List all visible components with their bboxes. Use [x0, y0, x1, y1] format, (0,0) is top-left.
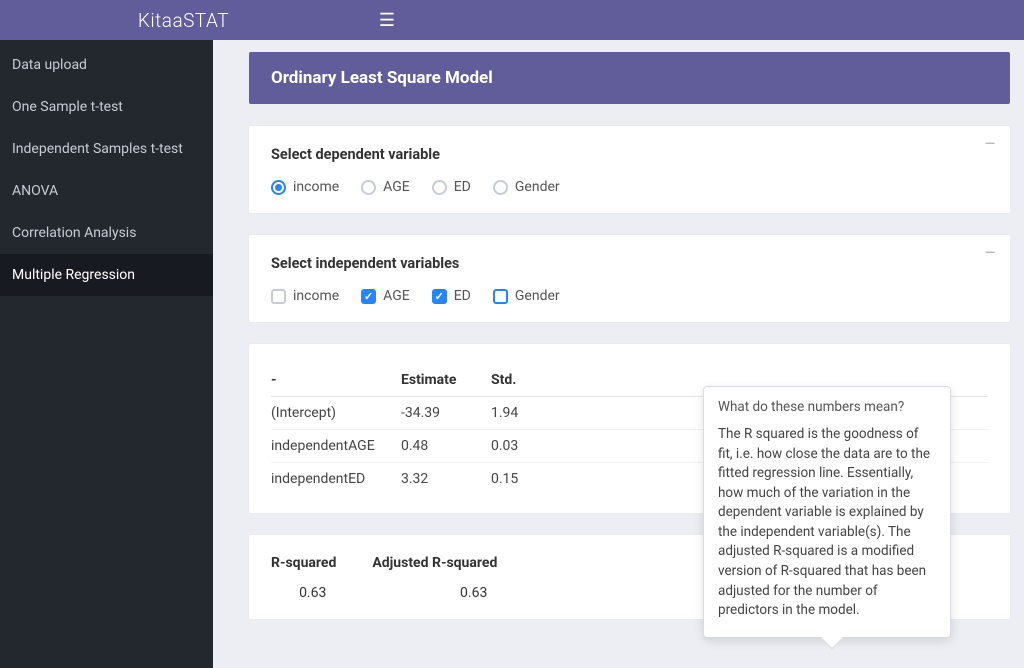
- radio-icon: [432, 180, 447, 195]
- card-heading: Select independent variables: [271, 255, 988, 272]
- checkbox-option-gender[interactable]: Gender: [493, 288, 560, 304]
- main-content: Ordinary Least Square Model – Select dep…: [213, 40, 1024, 668]
- sidebar-item-label: ANOVA: [12, 183, 58, 199]
- option-label: income: [293, 179, 339, 195]
- sidebar-item-data-upload[interactable]: Data upload: [0, 44, 213, 86]
- dependent-options-row: income AGE ED Gender: [271, 179, 988, 195]
- option-label: AGE: [383, 179, 410, 195]
- topbar: KitaaSTAT ☰: [0, 0, 1024, 40]
- option-label: ED: [454, 179, 471, 195]
- radio-option-gender[interactable]: Gender: [493, 179, 560, 195]
- independent-variables-card: – Select independent variables income AG…: [249, 235, 1010, 322]
- checkbox-option-age[interactable]: AGE: [361, 288, 410, 304]
- collapse-icon[interactable]: –: [984, 245, 996, 263]
- cell-estimate: 0.48: [401, 430, 491, 463]
- rsquared-label: R-squared: [271, 555, 336, 571]
- radio-option-ed[interactable]: ED: [432, 179, 471, 195]
- collapse-icon[interactable]: –: [984, 136, 996, 154]
- radio-icon: [361, 180, 376, 195]
- cell-term: independentAGE: [271, 430, 401, 463]
- cell-term: independentED: [271, 463, 401, 496]
- checkbox-icon: [493, 289, 508, 304]
- radio-option-income[interactable]: income: [271, 179, 339, 195]
- sidebar-item-correlation[interactable]: Correlation Analysis: [0, 212, 213, 254]
- radio-option-age[interactable]: AGE: [361, 179, 410, 195]
- sidebar-item-multiple-regression[interactable]: Multiple Regression: [0, 254, 213, 296]
- cell-estimate: 3.32: [401, 463, 491, 496]
- col-header-term: -: [271, 364, 401, 397]
- hamburger-icon[interactable]: ☰: [367, 10, 407, 31]
- checkbox-icon: [432, 289, 447, 304]
- checkbox-option-income[interactable]: income: [271, 288, 339, 304]
- dependent-variable-card: – Select dependent variable income AGE E…: [249, 126, 1010, 213]
- col-header-estimate: Estimate: [401, 364, 491, 397]
- page-title: Ordinary Least Square Model: [249, 52, 1010, 104]
- app-brand: KitaaSTAT: [0, 9, 367, 32]
- adj-rsquared-value: 0.63: [372, 585, 497, 601]
- option-label: ED: [454, 288, 471, 304]
- option-label: Gender: [515, 288, 560, 304]
- independent-options-row: income AGE ED Gender: [271, 288, 988, 304]
- cell-estimate: -34.39: [401, 397, 491, 430]
- checkbox-icon: [271, 289, 286, 304]
- adj-rsquared-label: Adjusted R-squared: [372, 555, 497, 571]
- sidebar-item-label: Independent Samples t-test: [12, 141, 183, 157]
- sidebar-item-label: One Sample t-test: [12, 99, 123, 115]
- radio-icon: [271, 180, 286, 195]
- sidebar-item-anova[interactable]: ANOVA: [0, 170, 213, 212]
- checkbox-icon: [361, 289, 376, 304]
- radio-icon: [493, 180, 508, 195]
- popover-tail-icon: [821, 626, 844, 649]
- help-popover: What do these numbers mean? The R square…: [703, 386, 951, 638]
- cell-term: (Intercept): [271, 397, 401, 430]
- checkbox-option-ed[interactable]: ED: [432, 288, 471, 304]
- sidebar: Data upload One Sample t-test Independen…: [0, 40, 213, 668]
- sidebar-item-label: Correlation Analysis: [12, 225, 136, 241]
- popover-body: The R squared is the goodness of fit, i.…: [718, 425, 936, 621]
- sidebar-item-label: Multiple Regression: [12, 267, 135, 283]
- popover-title: What do these numbers mean?: [718, 399, 936, 415]
- sidebar-item-label: Data upload: [12, 57, 87, 73]
- rsquared-value: 0.63: [271, 585, 336, 601]
- option-label: AGE: [383, 288, 410, 304]
- option-label: income: [293, 288, 339, 304]
- card-heading: Select dependent variable: [271, 146, 988, 163]
- sidebar-item-one-sample-t-test[interactable]: One Sample t-test: [0, 86, 213, 128]
- option-label: Gender: [515, 179, 560, 195]
- sidebar-item-independent-t-test[interactable]: Independent Samples t-test: [0, 128, 213, 170]
